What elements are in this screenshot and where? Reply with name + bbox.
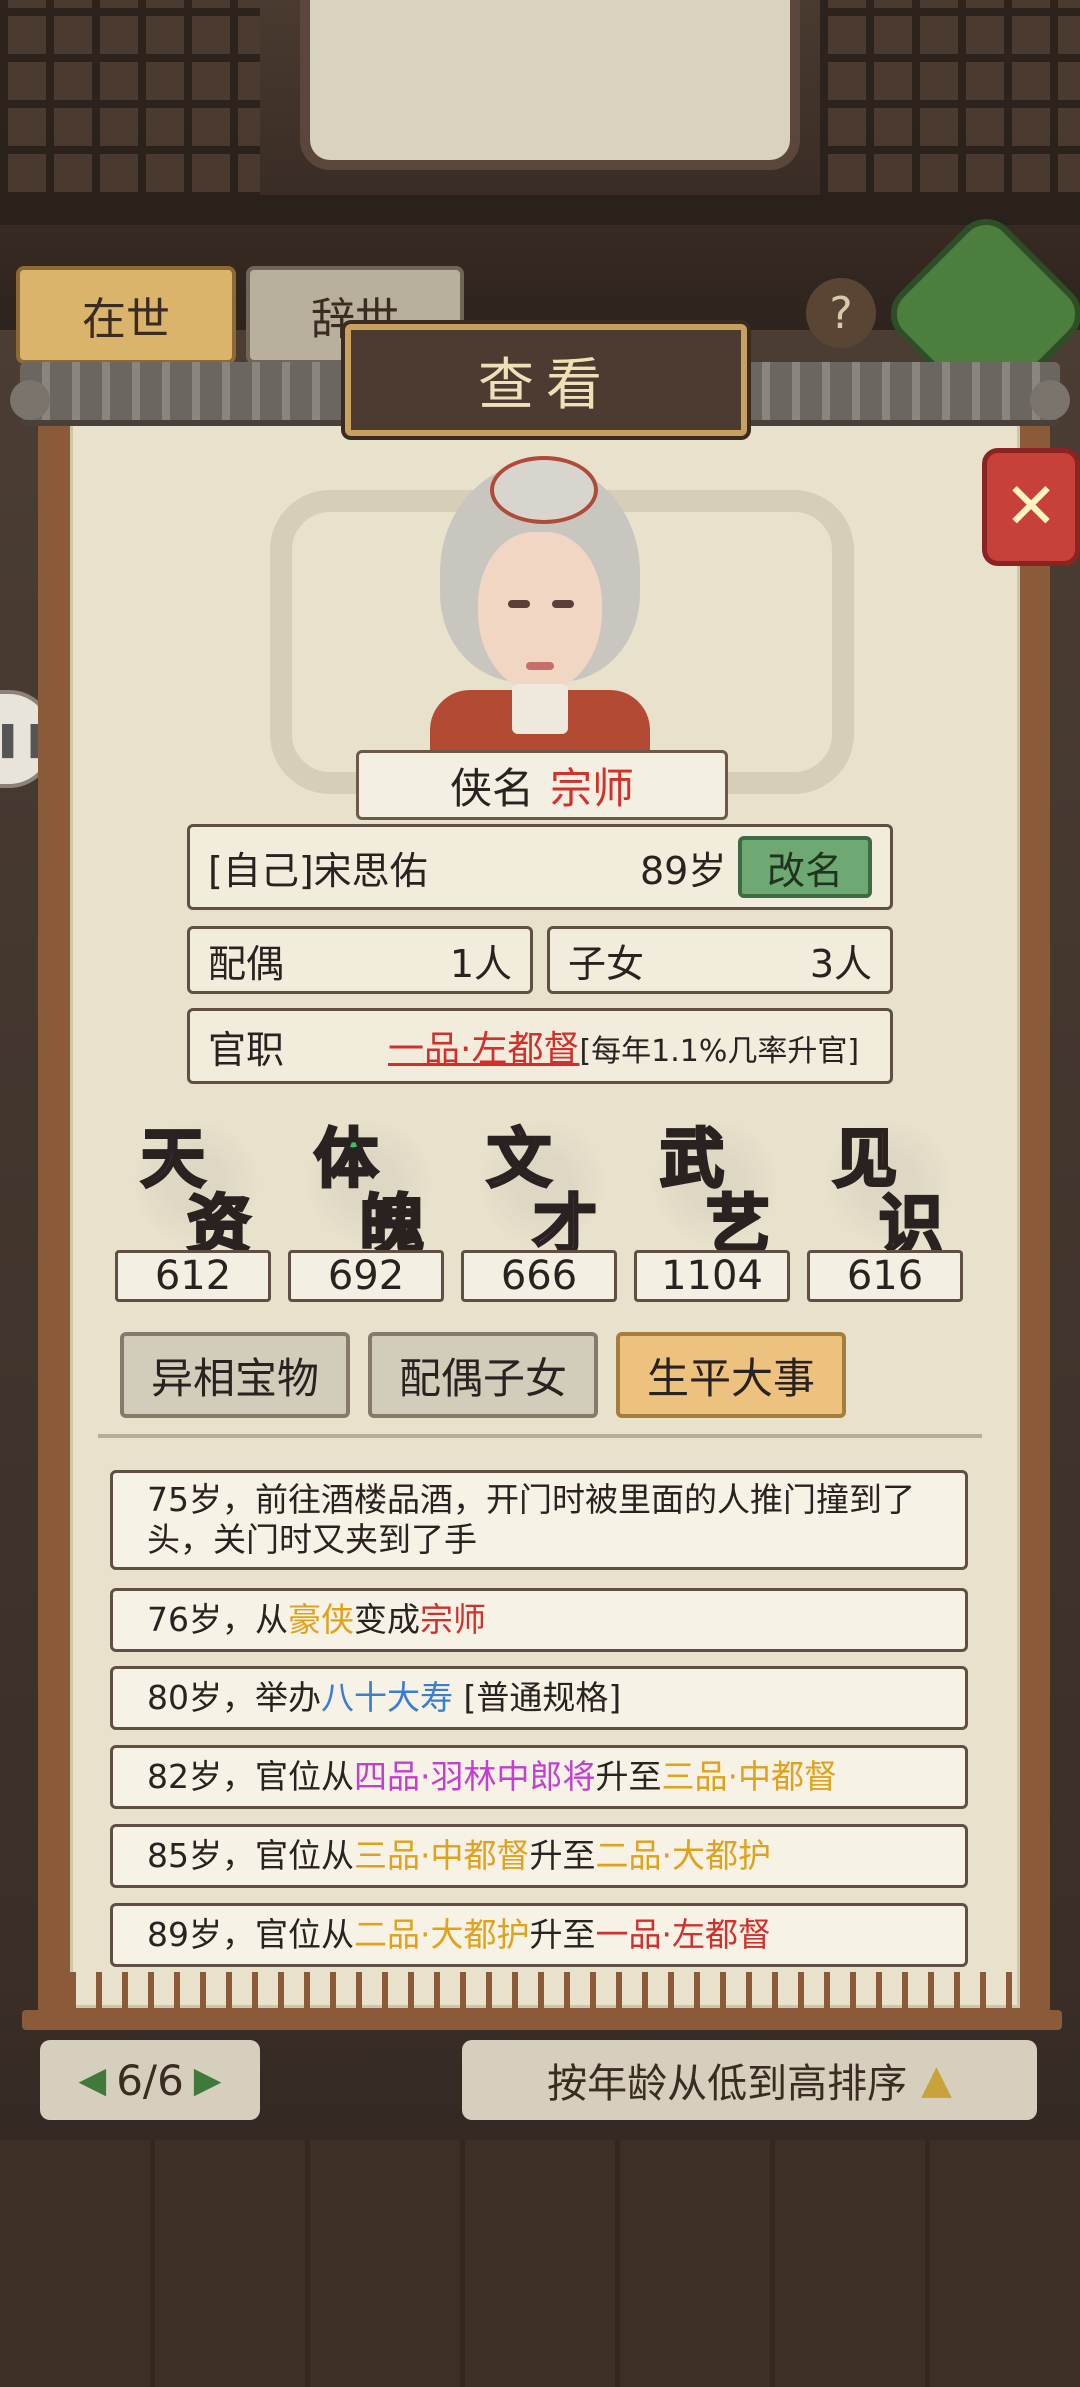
event-highlight: 四品·羽林中郎将 [354,1757,596,1796]
section-divider [98,1434,982,1438]
event-text: 升至 [529,1836,596,1875]
close-icon: ✕ [1004,470,1058,544]
life-event-text: 82岁，官位从四品·羽林中郎将升至三品·中都督 [147,1757,837,1797]
character-portrait [430,456,650,752]
life-event-row: 80岁，举办八十大寿 [普通规格] [110,1666,968,1730]
stat-emblem: 文才 [467,1108,617,1265]
modal-title-plate: 查看 [345,324,747,436]
hero-title-value: 宗师 [550,763,635,813]
stat-emblem: 武艺 [640,1108,790,1265]
character-name: [自己]宋思佑 [208,848,428,893]
stat-emblem: 见识 [813,1108,963,1265]
tab-treasures-label: 异相宝物 [150,1353,319,1403]
children-count: 3人 [809,941,872,986]
rename-button-label: 改名 [766,848,843,893]
life-event-text: 85岁，官位从三品·中都督升至二品·大都护 [147,1836,771,1876]
life-event-row: 76岁，从豪侠变成宗师 [110,1588,968,1652]
portrait-mouth [526,662,554,670]
modal-title: 查看 [478,352,614,418]
tab-life-events-label: 生平大事 [646,1353,815,1403]
ceiling-beam [0,195,1080,225]
office-label: 官职 [208,1027,285,1072]
event-highlight: 豪侠 [288,1600,354,1639]
life-event-text: 75岁，前往酒楼品酒，开门时被里面的人推门撞到了头，关门时又夹到了手 [147,1480,931,1560]
hero-title-label: 侠名 [449,763,534,813]
tab-alive[interactable]: 在世 [16,266,236,364]
event-text: 89岁，官位从 [147,1915,354,1954]
event-highlight: 八十大寿 [321,1678,453,1717]
event-text: 升至 [529,1915,596,1954]
sort-label: 按年龄从低到高排序 [547,2061,908,2107]
event-highlight: 一品·左都督 [595,1915,772,1954]
window-lattice-right [820,0,1080,200]
event-highlight: 宗师 [420,1600,486,1639]
stat-value: 612 [115,1250,271,1302]
sort-button[interactable]: 按年龄从低到高排序 ▲ [462,2040,1037,2120]
event-text: [普通规格] [453,1678,622,1717]
help-icon-glyph: ? [829,287,853,339]
life-event-text: 80岁，举办八十大寿 [普通规格] [147,1678,621,1718]
page-indicator-text: 6/6 [116,2055,184,2105]
event-text: 升至 [595,1757,662,1796]
character-age: 89岁 [640,848,727,893]
portrait-eye-left [508,600,530,608]
stat-value: 692 [288,1250,444,1302]
event-highlight: 三品·中都督 [354,1836,530,1875]
prev-page-icon[interactable]: ◀ [79,2060,107,2101]
life-event-text: 89岁，官位从二品·大都护升至一品·左都督 [147,1915,771,1955]
stat-emblem: 体魄 [294,1108,444,1265]
tab-family[interactable]: 配偶子女 [368,1332,598,1418]
rename-button[interactable]: 改名 [738,836,872,898]
office-value-wrap: 一品·左都督[每年1.1%几率升官] [388,1020,859,1072]
event-text: 76岁，从 [147,1600,288,1639]
spouse-box: 配偶 1人 [187,926,533,994]
page-indicator[interactable]: ◀ 6/6 ▶ [40,2040,260,2120]
stat-value: 616 [807,1250,963,1302]
tab-alive-label: 在世 [82,294,170,345]
event-text: 75岁，前往酒楼品酒，开门时被里面的人推门撞到了头，关门时又夹到了手 [147,1480,915,1559]
spouse-count: 1人 [449,941,512,986]
tab-family-label: 配偶子女 [398,1353,567,1403]
event-highlight: 二品·大都护 [354,1915,530,1954]
hero-title-badge: 侠名 宗师 [356,750,728,820]
event-highlight: 二品·大都护 [595,1836,772,1875]
life-event-row: 85岁，官位从三品·中都督升至二品·大都护 [110,1824,968,1888]
life-event-row: 75岁，前往酒楼品酒，开门时被里面的人推门撞到了头，关门时又夹到了手 [110,1470,968,1570]
floor [0,2140,1080,2387]
tab-life-events[interactable]: 生平大事 [616,1332,846,1418]
sort-triangle-icon: ▲ [921,2057,952,2103]
office-row: 官职 一品·左都督[每年1.1%几率升官] [187,1008,893,1084]
help-icon[interactable]: ? [806,278,876,348]
life-event-row: 89岁，官位从二品·大都护升至一品·左都督 [110,1903,968,1967]
window-lattice-left [0,0,260,200]
footer-base [22,2010,1062,2030]
footer-railing [50,1972,1040,2012]
stat-emblem: 天资 [121,1108,271,1265]
event-text: 80岁，举办 [147,1678,321,1717]
tab-treasures[interactable]: 异相宝物 [120,1332,350,1418]
office-note: [每年1.1%几率升官] [579,1034,860,1069]
life-event-row: 82岁，官位从四品·羽林中郎将升至三品·中都督 [110,1745,968,1809]
wall-painting [300,0,800,170]
children-label: 子女 [568,941,645,986]
event-text: 85岁，官位从 [147,1836,354,1875]
event-text: 82岁，官位从 [147,1757,354,1796]
stat-value: 666 [461,1250,617,1302]
roof-cap-left [10,380,50,420]
close-button[interactable]: ✕ [982,448,1080,566]
roof-cap-right [1030,380,1070,420]
event-highlight: 三品·中都督 [661,1757,838,1796]
children-box: 子女 3人 [547,926,893,994]
portrait-eye-right [552,600,574,608]
stat-value: 1104 [634,1250,790,1302]
portrait-collar [512,684,568,734]
office-value-link[interactable]: 一品·左都督 [388,1029,579,1070]
next-page-icon[interactable]: ▶ [194,2060,222,2101]
life-event-text: 76岁，从豪侠变成宗师 [147,1600,486,1640]
portrait-hair-bun [490,456,598,524]
event-text: 变成 [354,1600,420,1639]
spouse-label: 配偶 [208,941,285,986]
